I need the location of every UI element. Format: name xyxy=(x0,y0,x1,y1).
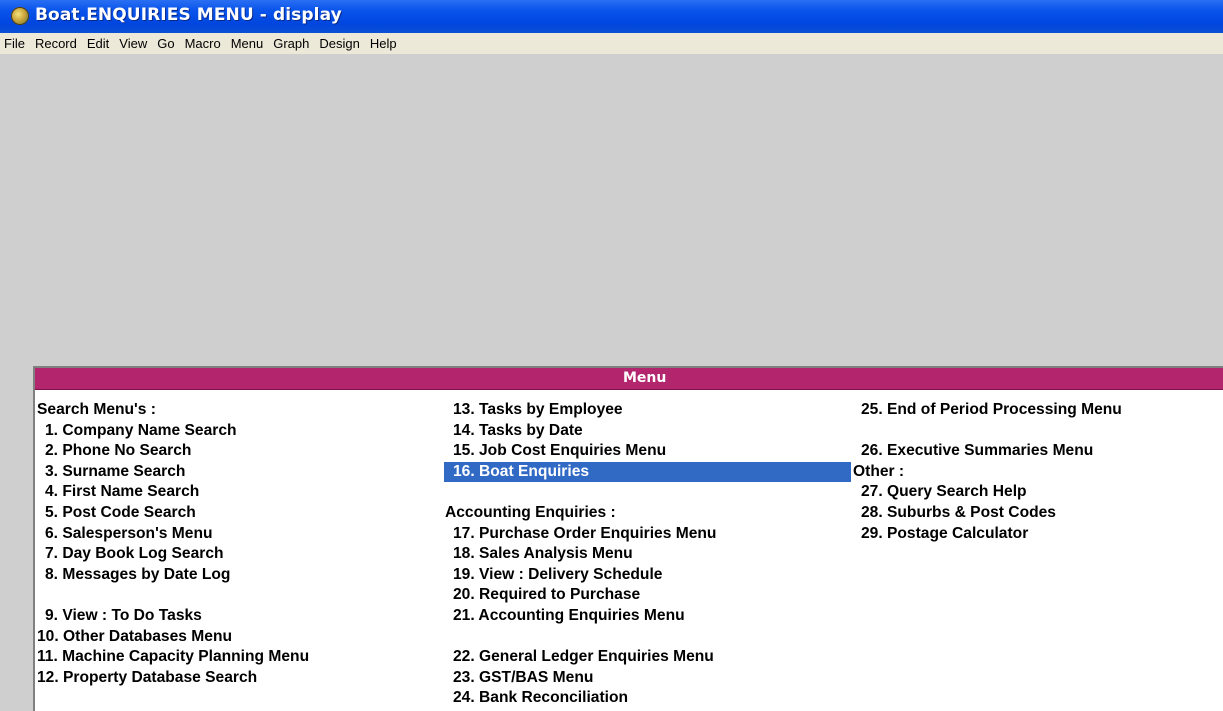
menu-panel-header: Menu xyxy=(35,368,1223,390)
menu-option[interactable]: 29. Postage Calculator xyxy=(852,524,1122,545)
menu-option[interactable]: 22. General Ledger Enquiries Menu xyxy=(444,647,851,668)
menu-macro[interactable]: Macro xyxy=(180,33,226,54)
menu-option[interactable]: 10. Other Databases Menu xyxy=(36,627,309,648)
menu-option[interactable]: 8. Messages by Date Log xyxy=(36,565,309,586)
menu-option[interactable]: 21. Accounting Enquiries Menu xyxy=(444,606,851,627)
menu-spacer xyxy=(444,627,851,648)
menu-design[interactable]: Design xyxy=(314,33,364,54)
menu-option[interactable]: 4. First Name Search xyxy=(36,482,309,503)
menu-section-heading: Other : xyxy=(853,462,905,480)
window-title: Boat.ENQUIRIES MENU - display xyxy=(35,5,342,25)
menu-option[interactable]: 20. Required to Purchase xyxy=(444,585,851,606)
menu-option[interactable]: 23. GST/BAS Menu xyxy=(444,668,851,689)
app-icon[interactable] xyxy=(11,7,29,25)
menu-view[interactable]: View xyxy=(114,33,152,54)
menu-option[interactable]: 6. Salesperson's Menu xyxy=(36,524,309,545)
menu-go[interactable]: Go xyxy=(152,33,179,54)
menu-option[interactable]: 17. Purchase Order Enquiries Menu xyxy=(444,524,851,545)
menu-option[interactable]: 27. Query Search Help xyxy=(852,482,1122,503)
menu-option[interactable]: 9. View : To Do Tasks xyxy=(36,606,309,627)
menu-option[interactable]: 15. Job Cost Enquiries Menu xyxy=(444,441,851,462)
menu-option[interactable]: 3. Surname Search xyxy=(36,462,309,483)
menu-spacer xyxy=(36,585,309,606)
menu-option[interactable]: 18. Sales Analysis Menu xyxy=(444,544,851,565)
menu-option[interactable]: 1. Company Name Search xyxy=(36,421,309,442)
menu-bar: File Record Edit View Go Macro Menu Graph Design… xyxy=(0,33,1223,54)
menu-option[interactable]: 19. View : Delivery Schedule xyxy=(444,565,851,586)
menu-option[interactable]: 7. Day Book Log Search xyxy=(36,544,309,565)
menu-section-heading: Search Menu's : xyxy=(37,401,156,418)
menu-option[interactable]: 2. Phone No Search xyxy=(36,441,309,462)
menu-panel-title: Menu xyxy=(623,370,667,386)
menu-option[interactable]: 14. Tasks by Date xyxy=(444,421,851,442)
menu-option[interactable]: 11. Machine Capacity Planning Menu xyxy=(36,647,309,668)
menu-option[interactable]: 25. End of Period Processing Menu xyxy=(852,400,1122,421)
menu-column-2: 13. Tasks by Employee 14. Tasks by Date 15… xyxy=(444,400,851,709)
window-titlebar[interactable]: Boat.ENQUIRIES MENU - display xyxy=(0,0,1223,33)
menu-help[interactable]: Help xyxy=(365,33,402,54)
menu-option[interactable]: 12. Property Database Search xyxy=(36,668,309,689)
menu-column-1: Search Menu's : 1. Company Name Search 2. … xyxy=(36,400,309,688)
menu-option[interactable]: 28. Suburbs & Post Codes xyxy=(852,503,1122,524)
menu-spacer xyxy=(852,421,1122,442)
menu-option[interactable]: 5. Post Code Search xyxy=(36,503,309,524)
menu-menu[interactable]: Menu xyxy=(226,33,269,54)
menu-edit[interactable]: Edit xyxy=(82,33,114,54)
menu-column-3: 25. End of Period Processing Menu 26. Ex… xyxy=(852,400,1122,544)
menu-record[interactable]: Record xyxy=(30,33,82,54)
menu-option[interactable]: 26. Executive Summaries Menu xyxy=(852,441,1122,462)
menu-panel: Menu Search Menu's : 1. Company Name Sear… xyxy=(33,366,1223,711)
menu-option[interactable]: 13. Tasks by Employee xyxy=(444,400,851,421)
menu-graph[interactable]: Graph xyxy=(268,33,314,54)
menu-spacer xyxy=(444,482,851,503)
menu-file[interactable]: File xyxy=(0,33,30,54)
menu-section-heading: Accounting Enquiries : xyxy=(445,503,616,521)
menu-option-selected[interactable]: 16. Boat Enquiries xyxy=(444,461,851,483)
